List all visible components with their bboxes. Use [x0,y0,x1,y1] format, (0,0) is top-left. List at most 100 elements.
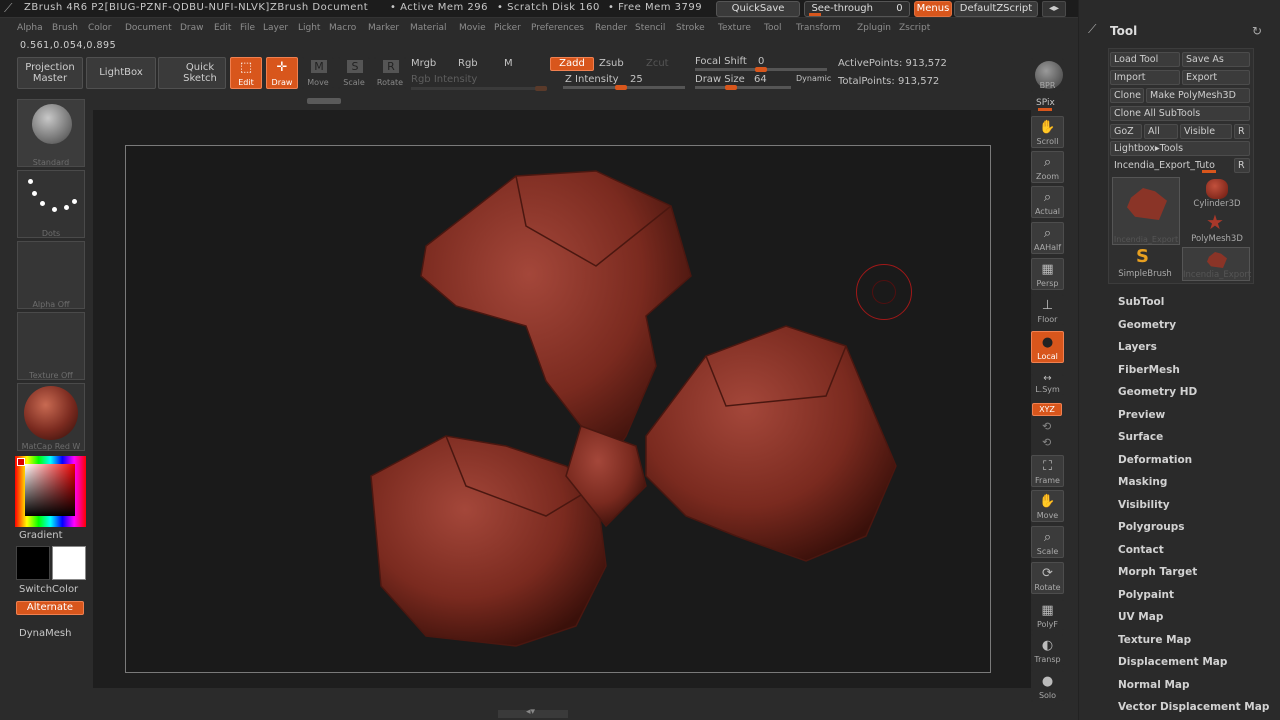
menu-layer[interactable]: Layer [263,23,288,33]
goz-visible-button[interactable]: Visible [1180,124,1232,139]
tool-r-button[interactable]: R [1234,158,1250,173]
dynamic-button[interactable]: Dynamic [796,74,831,83]
tool-menu-polypaint[interactable]: Polypaint [1118,589,1174,601]
actual-button[interactable]: ⌕ Actual [1031,186,1064,218]
rgb-intensity-slider[interactable]: Rgb Intensity [411,74,477,85]
tool-menu-geometry-hd[interactable]: Geometry HD [1118,386,1197,398]
tool-menu-geometry[interactable]: Geometry [1118,319,1176,331]
focal-shift-knob[interactable] [755,67,767,72]
z-intensity-knob[interactable] [615,85,627,90]
menu-preferences[interactable]: Preferences [531,23,584,33]
color-picker-ring[interactable] [15,456,86,527]
tool-thumb-incendia[interactable]: Incendia_Export [1112,177,1180,245]
z-intensity-slider[interactable] [563,85,685,90]
frame-button[interactable]: ⛶ Frame [1031,455,1064,487]
texture-thumbnail[interactable]: Texture Off [17,312,85,380]
polyf-button[interactable]: ▦ PolyF [1031,599,1064,631]
menu-draw[interactable]: Draw [180,23,204,33]
secondary-color-swatch[interactable] [16,546,50,580]
default-zscript-button[interactable]: DefaultZScript [954,1,1038,17]
zoom-button[interactable]: ⌕ Zoom [1031,151,1064,183]
stroke-thumbnail[interactable]: Dots [17,170,85,238]
rotate-button[interactable]: R Rotate [374,57,406,89]
mrgb-button[interactable]: Mrgb [411,58,436,69]
lightbox-button[interactable]: LightBox [86,57,156,89]
menu-zplugin[interactable]: Zplugin [857,23,891,33]
color-picker-square[interactable] [25,464,75,516]
primary-color-swatch[interactable] [52,546,86,580]
tool-menu-displacement-map[interactable]: Displacement Map [1118,656,1227,668]
tool-menu-polygroups[interactable]: Polygroups [1118,521,1185,533]
local-button[interactable]: ● Local [1031,331,1064,363]
switchcolor-button[interactable]: SwitchColor [19,584,78,595]
tool-menu-visibility[interactable]: Visibility [1118,499,1170,511]
arrows-icon[interactable]: ◂▸ [1042,1,1066,17]
goz-button[interactable]: GoZ [1110,124,1142,139]
tool-menu-texture-map[interactable]: Texture Map [1118,634,1191,646]
see-through-knob[interactable] [809,13,821,16]
menu-macro[interactable]: Macro [329,23,356,33]
scale-view-button[interactable]: ⌕ Scale [1031,526,1064,558]
menu-document[interactable]: Document [125,23,172,33]
menu-movie[interactable]: Movie [459,23,486,33]
tool-thumb-polymesh[interactable]: ★ PolyMesh3D [1184,212,1250,246]
lsym-button[interactable]: ↔ L.Sym [1031,373,1064,396]
focal-shift-slider[interactable] [695,67,827,72]
m-button[interactable]: M [504,58,513,69]
tool-thumb-cylinder[interactable]: Cylinder3D [1184,177,1250,211]
document-canvas[interactable] [125,145,991,673]
menu-color[interactable]: Color [88,23,112,33]
xyz-button[interactable]: XYZ [1032,403,1062,416]
menu-file[interactable]: File [240,23,255,33]
floor-button[interactable]: ⊥ Floor [1031,294,1064,326]
export-button[interactable]: Export [1182,70,1250,85]
menu-render[interactable]: Render [595,23,627,33]
tool-menu-masking[interactable]: Masking [1118,476,1167,488]
move-view-button[interactable]: ✋ Move [1031,490,1064,522]
brush-thumbnail[interactable]: Standard [17,99,85,167]
tool-thumb-simplebrush[interactable]: S SimpleBrush [1112,247,1178,281]
goz-r-button[interactable]: R [1234,124,1250,139]
bottom-tray-handle[interactable]: ◂▾ [498,707,568,718]
see-through-slider[interactable]: See-through 0 [804,1,910,17]
move-button[interactable]: M Move [302,57,334,89]
zadd-button[interactable]: Zadd [550,57,594,71]
spix-slider[interactable]: SPix [1036,98,1055,108]
tool-menu-deformation[interactable]: Deformation [1118,454,1192,466]
draw-size-slider[interactable] [695,85,791,90]
rgb-intensity-knob[interactable] [535,86,547,91]
model-viewport[interactable] [126,146,992,674]
menu-stroke[interactable]: Stroke [676,23,705,33]
menu-transform[interactable]: Transform [796,23,841,33]
shelf-scroll-handle[interactable] [307,98,341,104]
menu-zscript[interactable]: Zscript [899,23,930,33]
tool-menu-subtool[interactable]: SubTool [1118,296,1164,308]
clone-button[interactable]: Clone [1110,88,1144,103]
spix-knob[interactable] [1038,108,1052,111]
tool-menu-layers[interactable]: Layers [1118,341,1157,353]
rotate-view-button[interactable]: ⟳ Rotate [1031,562,1064,594]
menus-button[interactable]: Menus [914,1,952,17]
solo-button[interactable]: ● Solo [1031,670,1064,702]
scroll-button[interactable]: ✋ Scroll [1031,116,1064,148]
alpha-thumbnail[interactable]: Alpha Off [17,241,85,309]
quicksave-button[interactable]: QuickSave [716,1,800,17]
clone-all-subtools-button[interactable]: Clone All SubTools [1110,106,1250,121]
draw-size-knob[interactable] [725,85,737,90]
lightbox-tools-button[interactable]: Lightbox▸Tools [1110,141,1250,156]
gradient-label[interactable]: Gradient [19,530,63,541]
rotate-y-icon[interactable]: ⟲ [1042,420,1051,433]
menu-light[interactable]: Light [298,23,320,33]
menu-alpha[interactable]: Alpha [17,23,43,33]
tool-menu-morph-target[interactable]: Morph Target [1118,566,1197,578]
scale-button[interactable]: S Scale [338,57,370,89]
main-color-swatch[interactable] [17,458,25,466]
tool-menu-contact[interactable]: Contact [1118,544,1164,556]
menu-stencil[interactable]: Stencil [635,23,665,33]
refresh-icon[interactable]: ↻ [1252,24,1262,38]
tool-menu-surface[interactable]: Surface [1118,431,1163,443]
save-as-button[interactable]: Save As [1182,52,1250,67]
import-button[interactable]: Import [1110,70,1180,85]
tool-menu-preview[interactable]: Preview [1118,409,1165,421]
quick-sketch-button[interactable]: Quick Sketch [158,57,226,89]
